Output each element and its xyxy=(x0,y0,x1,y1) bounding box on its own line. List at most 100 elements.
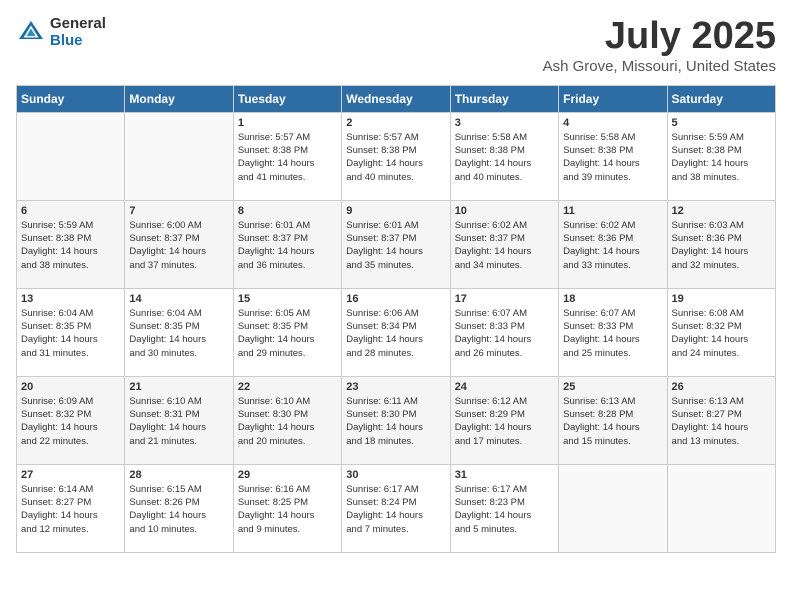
day-number: 16 xyxy=(346,293,445,305)
day-info: Sunrise: 6:06 AM Sunset: 8:34 PM Dayligh… xyxy=(346,307,445,360)
day-info: Sunrise: 5:58 AM Sunset: 8:38 PM Dayligh… xyxy=(563,131,662,184)
day-number: 27 xyxy=(21,469,120,481)
day-number: 8 xyxy=(238,205,337,217)
page-header: General Blue July 2025 Ash Grove, Missou… xyxy=(16,16,776,75)
calendar-cell: 26Sunrise: 6:13 AM Sunset: 8:27 PM Dayli… xyxy=(667,376,775,464)
day-info: Sunrise: 5:58 AM Sunset: 8:38 PM Dayligh… xyxy=(455,131,554,184)
calendar-week-row: 13 Sunrise: 6:04 AM Sunset: 8:35 PM Dayli… xyxy=(17,288,776,376)
day-number: 28 xyxy=(129,469,228,481)
day-info: Sunrise: 5:57 AM Sunset: 8:38 PM Dayligh… xyxy=(238,131,337,184)
calendar-cell: 25 Sunrise: 6:13 AM Sunset: 8:28 PM Dayli… xyxy=(559,376,667,464)
calendar-cell: 29 Sunrise: 6:16 AM Sunset: 8:25 PM Dayli… xyxy=(233,464,341,552)
day-info: Sunrise: 6:14 AM Sunset: 8:27 PM Dayligh… xyxy=(21,483,120,536)
column-header-thursday: Thursday xyxy=(450,85,558,112)
calendar-table: SundayMondayTuesdayWednesdayThursdayFrid… xyxy=(16,85,776,553)
calendar-cell: 19 Sunrise: 6:08 AM Sunset: 8:32 PM Dayli… xyxy=(667,288,775,376)
day-info: Sunrise: 6:02 AM Sunset: 8:36 PM Dayligh… xyxy=(563,219,662,272)
day-number: 6 xyxy=(21,205,120,217)
calendar-cell: 27 Sunrise: 6:14 AM Sunset: 8:27 PM Dayli… xyxy=(17,464,125,552)
day-info: Sunrise: 6:05 AM Sunset: 8:35 PM Dayligh… xyxy=(238,307,337,360)
day-number: 3 xyxy=(455,117,554,129)
day-number: 13 xyxy=(21,293,120,305)
calendar-cell xyxy=(667,464,775,552)
calendar-cell: 2 Sunrise: 5:57 AM Sunset: 8:38 PM Daylig… xyxy=(342,112,450,200)
calendar-cell: 30Sunrise: 6:17 AM Sunset: 8:24 PM Dayli… xyxy=(342,464,450,552)
day-info: Sunrise: 6:13 AM Sunset: 8:27 PM Dayligh… xyxy=(672,395,771,448)
day-info: Sunrise: 6:04 AM Sunset: 8:35 PM Dayligh… xyxy=(21,307,120,360)
day-number: 15 xyxy=(238,293,337,305)
calendar-cell: 9 Sunrise: 6:01 AM Sunset: 8:37 PM Daylig… xyxy=(342,200,450,288)
day-info: Sunrise: 6:17 AM Sunset: 8:24 PM Dayligh… xyxy=(346,483,445,536)
calendar-cell: 17Sunrise: 6:07 AM Sunset: 8:33 PM Dayli… xyxy=(450,288,558,376)
day-number: 14 xyxy=(129,293,228,305)
calendar-cell: 10 Sunrise: 6:02 AM Sunset: 8:37 PM Dayli… xyxy=(450,200,558,288)
day-info: Sunrise: 6:04 AM Sunset: 8:35 PM Dayligh… xyxy=(129,307,228,360)
day-number: 11 xyxy=(563,205,662,217)
calendar-cell: 24Sunrise: 6:12 AM Sunset: 8:29 PM Dayli… xyxy=(450,376,558,464)
day-number: 17 xyxy=(455,293,554,305)
day-number: 5 xyxy=(672,117,771,129)
calendar-cell: 14 Sunrise: 6:04 AM Sunset: 8:35 PM Dayli… xyxy=(125,288,233,376)
day-info: Sunrise: 6:13 AM Sunset: 8:28 PM Dayligh… xyxy=(563,395,662,448)
calendar-cell: 12 Sunrise: 6:03 AM Sunset: 8:36 PM Dayli… xyxy=(667,200,775,288)
day-info: Sunrise: 6:09 AM Sunset: 8:32 PM Dayligh… xyxy=(21,395,120,448)
calendar-cell: 11 Sunrise: 6:02 AM Sunset: 8:36 PM Dayli… xyxy=(559,200,667,288)
day-info: Sunrise: 5:57 AM Sunset: 8:38 PM Dayligh… xyxy=(346,131,445,184)
day-info: Sunrise: 6:03 AM Sunset: 8:36 PM Dayligh… xyxy=(672,219,771,272)
logo-icon xyxy=(16,18,46,48)
calendar-cell: 15 Sunrise: 6:05 AM Sunset: 8:35 PM Dayli… xyxy=(233,288,341,376)
header-row: SundayMondayTuesdayWednesdayThursdayFrid… xyxy=(17,85,776,112)
day-number: 29 xyxy=(238,469,337,481)
day-number: 31 xyxy=(455,469,554,481)
calendar-cell: 23Sunrise: 6:11 AM Sunset: 8:30 PM Dayli… xyxy=(342,376,450,464)
column-header-sunday: Sunday xyxy=(17,85,125,112)
calendar-cell: 6 Sunrise: 5:59 AM Sunset: 8:38 PM Daylig… xyxy=(17,200,125,288)
day-number: 7 xyxy=(129,205,228,217)
day-number: 12 xyxy=(672,205,771,217)
calendar-cell: 16 Sunrise: 6:06 AM Sunset: 8:34 PM Dayli… xyxy=(342,288,450,376)
day-number: 23 xyxy=(346,381,445,393)
calendar-cell xyxy=(125,112,233,200)
calendar-cell xyxy=(17,112,125,200)
day-number: 1 xyxy=(238,117,337,129)
calendar-week-row: 20 Sunrise: 6:09 AM Sunset: 8:32 PM Dayli… xyxy=(17,376,776,464)
calendar-cell: 3 Sunrise: 5:58 AM Sunset: 8:38 PM Daylig… xyxy=(450,112,558,200)
calendar-cell: 5 Sunrise: 5:59 AM Sunset: 8:38 PM Daylig… xyxy=(667,112,775,200)
day-info: Sunrise: 6:07 AM Sunset: 8:33 PM Dayligh… xyxy=(563,307,662,360)
day-number: 22 xyxy=(238,381,337,393)
day-info: Sunrise: 6:12 AM Sunset: 8:29 PM Dayligh… xyxy=(455,395,554,448)
day-number: 4 xyxy=(563,117,662,129)
logo-text: General Blue xyxy=(50,16,106,49)
column-header-tuesday: Tuesday xyxy=(233,85,341,112)
calendar-cell xyxy=(559,464,667,552)
day-number: 19 xyxy=(672,293,771,305)
day-info: Sunrise: 6:02 AM Sunset: 8:37 PM Dayligh… xyxy=(455,219,554,272)
day-info: Sunrise: 6:15 AM Sunset: 8:26 PM Dayligh… xyxy=(129,483,228,536)
calendar-cell: 8 Sunrise: 6:01 AM Sunset: 8:37 PM Daylig… xyxy=(233,200,341,288)
calendar-cell: 13 Sunrise: 6:04 AM Sunset: 8:35 PM Dayli… xyxy=(17,288,125,376)
calendar-cell: 31Sunrise: 6:17 AM Sunset: 8:23 PM Dayli… xyxy=(450,464,558,552)
day-info: Sunrise: 6:01 AM Sunset: 8:37 PM Dayligh… xyxy=(346,219,445,272)
day-info: Sunrise: 6:08 AM Sunset: 8:32 PM Dayligh… xyxy=(672,307,771,360)
calendar-week-row: 6 Sunrise: 5:59 AM Sunset: 8:38 PM Daylig… xyxy=(17,200,776,288)
calendar-week-row: 1 Sunrise: 5:57 AM Sunset: 8:38 PM Daylig… xyxy=(17,112,776,200)
day-number: 9 xyxy=(346,205,445,217)
calendar-cell: 22Sunrise: 6:10 AM Sunset: 8:30 PM Dayli… xyxy=(233,376,341,464)
title-section: July 2025 Ash Grove, Missouri, United St… xyxy=(543,16,776,75)
day-number: 20 xyxy=(21,381,120,393)
calendar-cell: 21Sunrise: 6:10 AM Sunset: 8:31 PM Dayli… xyxy=(125,376,233,464)
day-number: 10 xyxy=(455,205,554,217)
day-info: Sunrise: 6:01 AM Sunset: 8:37 PM Dayligh… xyxy=(238,219,337,272)
day-info: Sunrise: 5:59 AM Sunset: 8:38 PM Dayligh… xyxy=(672,131,771,184)
day-number: 25 xyxy=(563,381,662,393)
logo-blue-text: Blue xyxy=(50,33,106,50)
column-header-friday: Friday xyxy=(559,85,667,112)
day-info: Sunrise: 5:59 AM Sunset: 8:38 PM Dayligh… xyxy=(21,219,120,272)
calendar-cell: 1 Sunrise: 5:57 AM Sunset: 8:38 PM Daylig… xyxy=(233,112,341,200)
day-number: 18 xyxy=(563,293,662,305)
calendar-cell: 4 Sunrise: 5:58 AM Sunset: 8:38 PM Daylig… xyxy=(559,112,667,200)
day-number: 2 xyxy=(346,117,445,129)
day-info: Sunrise: 6:16 AM Sunset: 8:25 PM Dayligh… xyxy=(238,483,337,536)
calendar-cell: 28 Sunrise: 6:15 AM Sunset: 8:26 PM Dayli… xyxy=(125,464,233,552)
logo: General Blue xyxy=(16,16,106,49)
